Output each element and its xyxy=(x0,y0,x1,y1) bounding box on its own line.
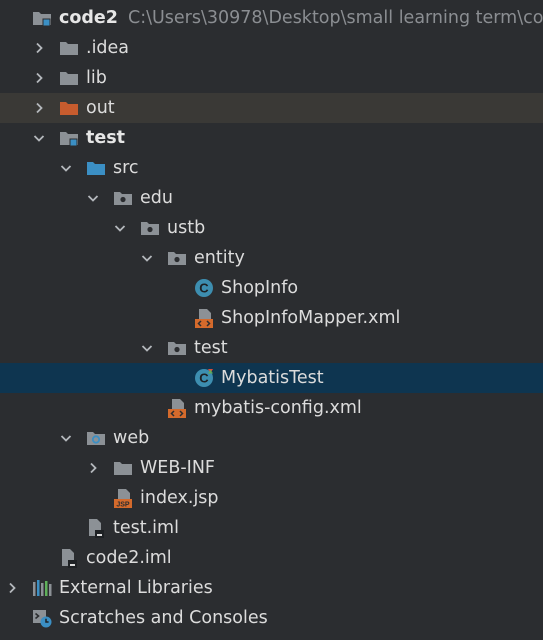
tree-item-label: index.jsp xyxy=(140,488,219,508)
java-test-class-icon: C xyxy=(194,368,214,388)
tree-item-label: MybatisTest xyxy=(221,368,324,388)
chevron-right-icon[interactable] xyxy=(32,63,46,93)
tree-item-label: ustb xyxy=(167,218,206,238)
svg-text:C: C xyxy=(199,281,209,296)
xml-file-icon xyxy=(167,398,187,418)
tree-item-label: ShopInfo xyxy=(221,278,299,298)
source-folder-icon xyxy=(86,158,106,178)
folder-icon xyxy=(59,68,79,88)
tree-item-label: mybatis-config.xml xyxy=(194,398,362,418)
tree-row-web-inf[interactable]: WEB-INF xyxy=(0,453,543,483)
tree-item-label: External Libraries xyxy=(59,578,213,598)
folder-icon xyxy=(59,38,79,58)
module-folder-icon xyxy=(59,128,79,148)
chevron-down-icon[interactable] xyxy=(113,213,127,243)
chevron-down-icon[interactable] xyxy=(32,123,46,153)
tree-row-lib[interactable]: lib xyxy=(0,63,543,93)
folder-icon xyxy=(113,458,133,478)
chevron-down-icon[interactable] xyxy=(59,423,73,453)
svg-text:C: C xyxy=(199,371,209,386)
tree-item-label: code2 C:\Users\30978\Desktop\small learni… xyxy=(59,3,543,33)
libraries-icon xyxy=(32,578,52,598)
tree-row-index-jsp[interactable]: JSP index.jsp xyxy=(0,483,543,513)
excluded-folder-icon xyxy=(59,98,79,118)
package-icon xyxy=(140,218,160,238)
tree-row-idea[interactable]: .idea xyxy=(0,33,543,63)
tree-item-label: ShopInfoMapper.xml xyxy=(221,308,401,328)
tree-row-test-iml[interactable]: test.iml xyxy=(0,513,543,543)
tree-row-out[interactable]: out xyxy=(0,93,543,123)
tree-row-shopinfo[interactable]: C ShopInfo xyxy=(0,273,543,303)
chevron-down-icon[interactable] xyxy=(86,183,100,213)
tree-row-code2[interactable]: code2 C:\Users\30978\Desktop\small learni… xyxy=(0,3,543,33)
chevron-right-icon[interactable] xyxy=(5,573,19,603)
chevron-down-icon[interactable] xyxy=(59,153,73,183)
tree-item-label: src xyxy=(113,158,139,178)
tree-item-label: .idea xyxy=(86,38,130,58)
xml-file-icon xyxy=(194,308,214,328)
tree-row-shopinfo-mapper[interactable]: ShopInfoMapper.xml xyxy=(0,303,543,333)
tree-row-src[interactable]: src xyxy=(0,153,543,183)
chevron-down-icon[interactable] xyxy=(140,243,154,273)
tree-item-label: test.iml xyxy=(113,518,179,538)
iml-file-icon xyxy=(59,548,79,568)
tree-row-mybatis-config[interactable]: mybatis-config.xml xyxy=(0,393,543,423)
tree-row-code2-iml[interactable]: code2.iml xyxy=(0,543,543,573)
svg-text:JSP: JSP xyxy=(116,502,130,508)
project-path: C:\Users\30978\Desktop\small learning te… xyxy=(127,8,543,28)
tree-row-mybatistest[interactable]: C MybatisTest xyxy=(0,363,543,393)
tree-row-external-libraries[interactable]: External Libraries xyxy=(0,573,543,603)
package-icon xyxy=(167,338,187,358)
chevron-right-icon[interactable] xyxy=(32,93,46,123)
tree-row-test-package[interactable]: test xyxy=(0,333,543,363)
tree-row-edu[interactable]: edu xyxy=(0,183,543,213)
chevron-right-icon[interactable] xyxy=(86,453,100,483)
tree-item-label: lib xyxy=(86,68,107,88)
tree-row-test-module[interactable]: test xyxy=(0,123,543,153)
tree-row-web[interactable]: web xyxy=(0,423,543,453)
chevron-down-icon[interactable] xyxy=(140,333,154,363)
tree-item-label: test xyxy=(194,338,228,358)
tree-item-label: WEB-INF xyxy=(140,458,215,478)
tree-item-label: code2.iml xyxy=(86,548,172,568)
package-icon xyxy=(167,248,187,268)
project-tree: code2 C:\Users\30978\Desktop\small learni… xyxy=(0,0,543,640)
chevron-right-icon[interactable] xyxy=(32,33,46,63)
tree-item-label: test xyxy=(86,128,126,148)
web-folder-icon xyxy=(86,428,106,448)
tree-row-ustb[interactable]: ustb xyxy=(0,213,543,243)
tree-item-label: entity xyxy=(194,248,245,268)
iml-file-icon xyxy=(86,518,106,538)
tree-item-label: out xyxy=(86,98,115,118)
tree-item-label: web xyxy=(113,428,150,448)
package-icon xyxy=(113,188,133,208)
tree-item-label: Scratches and Consoles xyxy=(59,608,268,628)
tree-row-entity[interactable]: entity xyxy=(0,243,543,273)
module-folder-icon xyxy=(32,8,52,28)
java-class-icon: C xyxy=(194,278,214,298)
scratches-icon xyxy=(32,608,52,628)
jsp-file-icon: JSP xyxy=(113,488,133,509)
tree-item-label: edu xyxy=(140,188,173,208)
tree-row-scratches[interactable]: Scratches and Consoles xyxy=(0,603,543,633)
